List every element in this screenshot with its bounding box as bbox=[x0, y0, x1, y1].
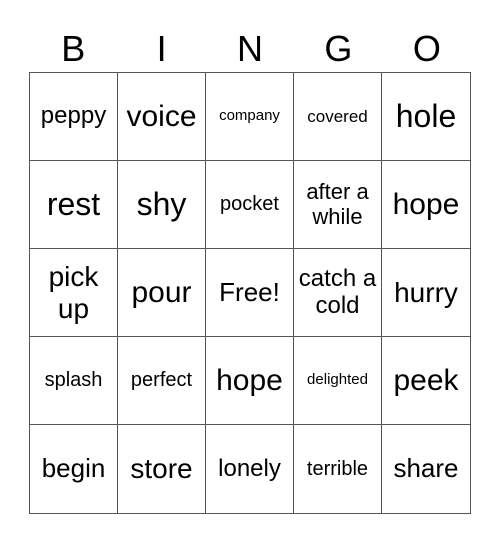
bingo-header: B I N G O bbox=[29, 26, 471, 72]
bingo-cell[interactable]: begin bbox=[30, 425, 118, 513]
bingo-cell[interactable]: pocket bbox=[206, 161, 294, 249]
bingo-cell[interactable]: voice bbox=[118, 73, 206, 161]
bingo-cell[interactable]: after a while bbox=[294, 161, 382, 249]
bingo-cell[interactable]: peek bbox=[382, 337, 470, 425]
header-letter-o: O bbox=[412, 28, 441, 69]
bingo-cell[interactable]: share bbox=[382, 425, 470, 513]
header-letter-n: N bbox=[237, 28, 264, 69]
bingo-cell[interactable]: shy bbox=[118, 161, 206, 249]
bingo-cell[interactable]: covered bbox=[294, 73, 382, 161]
bingo-cell[interactable]: store bbox=[118, 425, 206, 513]
bingo-cell[interactable]: pour bbox=[118, 249, 206, 337]
header-letter-b: B bbox=[61, 28, 86, 69]
bingo-cell[interactable]: terrible bbox=[294, 425, 382, 513]
bingo-cell[interactable]: perfect bbox=[118, 337, 206, 425]
bingo-cell[interactable]: hope bbox=[206, 337, 294, 425]
bingo-cell[interactable]: pick up bbox=[30, 249, 118, 337]
bingo-cell[interactable]: rest bbox=[30, 161, 118, 249]
bingo-cell[interactable]: hope bbox=[382, 161, 470, 249]
header-letter-i: I bbox=[156, 28, 167, 69]
bingo-grid: peppy voice company covered hole rest sh… bbox=[29, 72, 471, 514]
bingo-cell[interactable]: peppy bbox=[30, 73, 118, 161]
header-letter-g: G bbox=[324, 28, 353, 69]
bingo-cell[interactable]: catch a cold bbox=[294, 249, 382, 337]
bingo-cell[interactable]: delighted bbox=[294, 337, 382, 425]
bingo-cell[interactable]: hole bbox=[382, 73, 470, 161]
bingo-cell[interactable]: hurry bbox=[382, 249, 470, 337]
free-space-cell[interactable]: Free! bbox=[206, 249, 294, 337]
bingo-cell[interactable]: splash bbox=[30, 337, 118, 425]
bingo-cell[interactable]: company bbox=[206, 73, 294, 161]
bingo-cell[interactable]: lonely bbox=[206, 425, 294, 513]
